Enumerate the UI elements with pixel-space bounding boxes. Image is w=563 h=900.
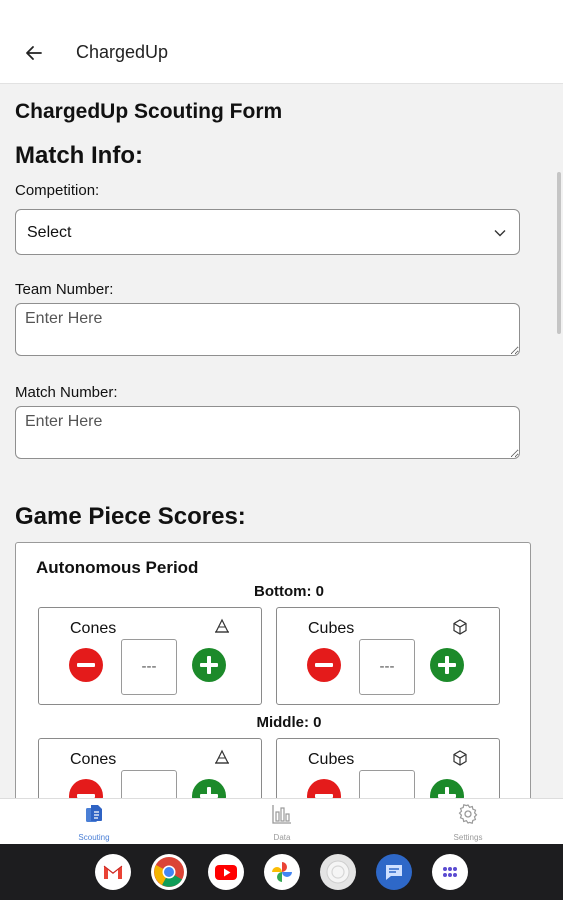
middle-cubes-counter: Cubes: [276, 738, 500, 798]
decrement-button[interactable]: [69, 648, 103, 682]
cone-icon: [215, 618, 229, 633]
cones-label: Cones: [70, 620, 117, 637]
nav-settings[interactable]: Settings: [418, 803, 518, 842]
system-dock: [0, 844, 563, 900]
count-display: ---: [121, 639, 177, 695]
team-number-input[interactable]: [15, 303, 520, 356]
decrement-button[interactable]: [307, 779, 341, 798]
scrollbar[interactable]: [557, 172, 561, 334]
cube-icon: [453, 619, 467, 635]
decrement-button[interactable]: [69, 779, 103, 798]
count-display: [121, 770, 177, 798]
cone-icon: [215, 749, 229, 764]
bottom-navigation: Scouting Data Settings: [0, 798, 563, 844]
app-bar: ChargedUp: [0, 0, 563, 84]
increment-button[interactable]: [192, 779, 226, 798]
autonomous-title: Autonomous Period: [36, 558, 199, 577]
app-drawer-icon[interactable]: [432, 854, 468, 890]
match-number-input[interactable]: [15, 406, 520, 459]
bottom-cones-counter: Cones ---: [38, 607, 262, 705]
document-icon: [86, 805, 102, 822]
nav-scouting[interactable]: Scouting: [44, 803, 144, 842]
chrome-icon[interactable]: [151, 854, 187, 890]
match-info-heading: Match Info:: [15, 142, 143, 169]
competition-select-value: Select: [27, 224, 72, 241]
gmail-icon[interactable]: [95, 854, 131, 890]
nav-data-label: Data: [273, 833, 291, 842]
decrement-button[interactable]: [307, 648, 341, 682]
nav-scouting-label: Scouting: [78, 833, 110, 842]
bar-chart-icon: [272, 805, 291, 824]
camera-icon[interactable]: [320, 854, 356, 890]
team-number-label: Team Number:: [15, 281, 114, 298]
bottom-level-label: Bottom: 0: [254, 583, 324, 600]
match-number-label: Match Number:: [15, 384, 118, 401]
chevron-down-icon: [494, 230, 506, 237]
competition-select[interactable]: Select: [15, 209, 520, 255]
increment-button[interactable]: [192, 648, 226, 682]
nav-data[interactable]: Data: [232, 803, 332, 842]
gear-icon: [458, 804, 478, 824]
app-title: ChargedUp: [76, 42, 169, 62]
cones-label: Cones: [70, 751, 117, 768]
messages-icon[interactable]: [376, 854, 412, 890]
autonomous-card: Autonomous Period Bottom: 0 Cones --- Cu…: [15, 542, 531, 798]
increment-button[interactable]: [430, 648, 464, 682]
cubes-label: Cubes: [308, 751, 355, 768]
form-content[interactable]: ChargedUp Scouting Form Match Info: Comp…: [0, 84, 563, 798]
competition-label: Competition:: [15, 182, 100, 199]
count-display: [359, 770, 415, 798]
arrow-left-icon[interactable]: [22, 41, 46, 65]
cubes-label: Cubes: [308, 620, 355, 637]
middle-level-label: Middle: 0: [256, 714, 322, 731]
photos-icon[interactable]: [264, 854, 300, 890]
middle-cones-counter: Cones: [38, 738, 262, 798]
game-piece-heading: Game Piece Scores:: [15, 503, 246, 530]
form-title: ChargedUp Scouting Form: [15, 100, 283, 123]
increment-button[interactable]: [430, 779, 464, 798]
cube-icon: [453, 750, 467, 766]
nav-settings-label: Settings: [453, 833, 483, 842]
youtube-icon[interactable]: [208, 854, 244, 890]
count-display: ---: [359, 639, 415, 695]
bottom-cubes-counter: Cubes ---: [276, 607, 500, 705]
